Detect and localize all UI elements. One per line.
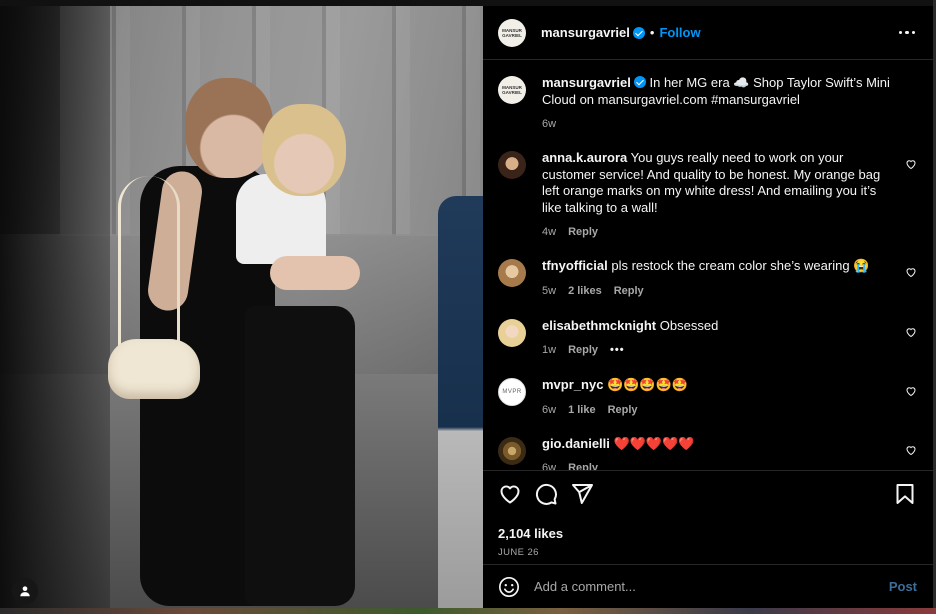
reply-button[interactable]: Reply <box>614 285 644 297</box>
comment-icon[interactable] <box>534 482 558 506</box>
post-date[interactable]: JUNE 26 <box>498 547 917 558</box>
comment-like-heart-icon[interactable] <box>905 266 917 278</box>
comment-text: pls restock the cream color she’s wearin… <box>611 258 870 273</box>
caption-time[interactable]: 6w <box>542 118 556 130</box>
comment-time[interactable]: 6w <box>542 404 556 416</box>
comment-input[interactable] <box>534 579 889 594</box>
comments-list[interactable]: MANSUR GAVRIEL mansurgavriel In her MG e… <box>483 61 933 470</box>
caption: MANSUR GAVRIEL mansurgavriel In her MG e… <box>498 75 917 130</box>
avatar-logo-text: MANSUR GAVRIEL <box>502 85 522 95</box>
add-comment-bar: Post <box>483 564 933 608</box>
user-tag-icon[interactable] <box>12 578 38 604</box>
comment-username[interactable]: tfnyofficial <box>542 258 608 273</box>
comment-item: tfnyofficial pls restock the cream color… <box>498 258 917 297</box>
reply-button[interactable]: Reply <box>608 404 638 416</box>
bag-strap <box>118 176 180 351</box>
comment-time[interactable]: 6w <box>542 462 556 470</box>
side-person <box>438 196 483 608</box>
commenter-avatar[interactable] <box>498 318 526 347</box>
commenter-avatar[interactable] <box>498 436 526 465</box>
author-avatar[interactable]: MANSUR GAVRIEL <box>498 18 526 47</box>
cream-cloud-bag <box>108 339 200 399</box>
smiley-icon[interactable] <box>498 576 520 598</box>
avatar-logo-text: MVPR <box>502 389 522 395</box>
comment-item: gio.danielli ❤️❤️❤️❤️❤️ 6w Reply <box>498 435 917 470</box>
post-header: MANSUR GAVRIEL mansurgavriel • Follow <box>483 6 933 60</box>
caption-avatar[interactable]: MANSUR GAVRIEL <box>498 76 526 104</box>
bookmark-icon[interactable] <box>893 482 917 506</box>
commenter-avatar[interactable] <box>498 259 526 287</box>
heart-icon[interactable] <box>498 482 522 506</box>
reply-button[interactable]: Reply <box>568 344 598 356</box>
paper-plane-icon[interactable] <box>570 482 594 506</box>
backdrop-bottom <box>0 608 936 614</box>
comment-username[interactable]: gio.danielli <box>542 436 610 451</box>
post-actions-section: 2,104 likes JUNE 26 <box>483 470 933 564</box>
commenter-avatar[interactable] <box>498 151 526 179</box>
author-username[interactable]: mansurgavriel <box>541 25 630 40</box>
comment-text: 🤩🤩🤩🤩🤩 <box>607 377 688 392</box>
post-comment-button[interactable]: Post <box>889 579 917 594</box>
reply-button[interactable]: Reply <box>568 462 598 470</box>
comment-item: anna.k.aurora You guys really need to wo… <box>498 150 917 238</box>
verified-badge-icon <box>632 26 645 39</box>
comment-like-heart-icon[interactable] <box>905 444 917 456</box>
verified-badge-icon <box>633 76 646 88</box>
comment-like-heart-icon[interactable] <box>905 326 917 338</box>
shadow-area <box>0 6 110 608</box>
separator-dot: • <box>649 25 655 40</box>
comment-likes[interactable]: 1 like <box>568 404 596 416</box>
comment-time[interactable]: 1w <box>542 344 556 356</box>
comment-username[interactable]: mvpr_nyc <box>542 377 603 392</box>
comment-likes[interactable]: 2 likes <box>568 285 602 297</box>
post-image[interactable] <box>0 6 483 608</box>
post-panel: MANSUR GAVRIEL mansurgavriel • Follow MA… <box>483 6 933 608</box>
comment-item: MVPR mvpr_nyc 🤩🤩🤩🤩🤩 6w 1 like Reply <box>498 377 917 416</box>
comment-text: ❤️❤️❤️❤️❤️ <box>613 435 695 451</box>
reply-button[interactable]: Reply <box>568 226 598 238</box>
action-bar <box>498 481 917 507</box>
comment-like-heart-icon[interactable] <box>905 385 917 397</box>
comment-item: elisabethmcknight Obsessed 1w Reply ••• <box>498 317 917 356</box>
comment-like-heart-icon[interactable] <box>905 158 917 170</box>
follow-button[interactable]: Follow <box>659 25 700 40</box>
avatar-logo-text: MANSUR GAVRIEL <box>502 27 522 38</box>
more-options-icon[interactable] <box>897 25 918 41</box>
commenter-avatar[interactable]: MVPR <box>498 378 526 406</box>
comment-more-options-icon[interactable]: ••• <box>610 344 625 356</box>
comment-time[interactable]: 5w <box>542 285 556 297</box>
comment-time[interactable]: 4w <box>542 226 556 238</box>
comment-username[interactable]: elisabethmcknight <box>542 318 656 333</box>
likes-count[interactable]: 2,104 likes <box>498 526 917 541</box>
comment-username[interactable]: anna.k.aurora <box>542 150 627 165</box>
caption-username[interactable]: mansurgavriel <box>542 75 631 90</box>
comment-text: Obsessed <box>659 317 719 333</box>
